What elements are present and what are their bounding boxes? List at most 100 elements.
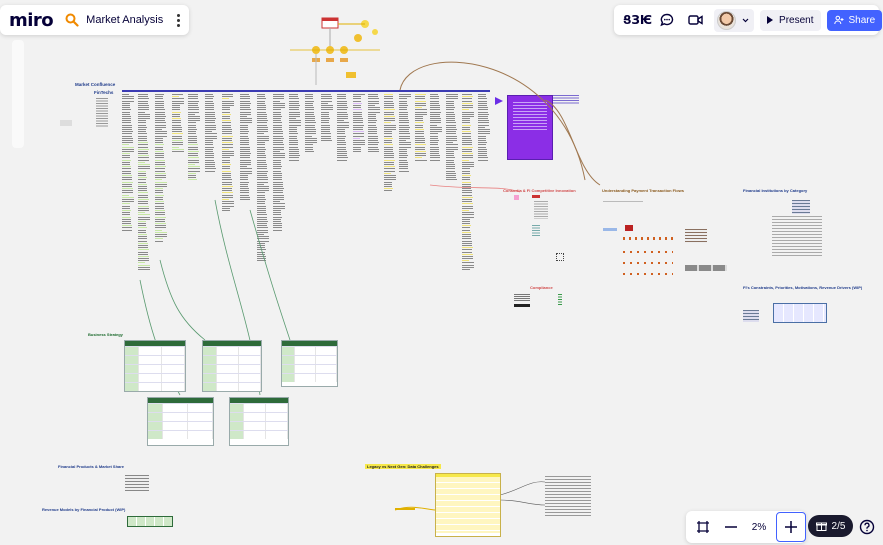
table-cell (148, 413, 164, 421)
play-icon (767, 16, 774, 24)
reactions-icon[interactable]: ՑЗѤ (623, 13, 652, 27)
table-row (230, 421, 288, 430)
table-cell (244, 422, 266, 430)
table-cell (295, 365, 317, 373)
table-cell (266, 422, 288, 430)
table-row (148, 412, 214, 421)
products-share-table[interactable] (125, 475, 149, 491)
table-cell (239, 356, 261, 364)
table-cell (162, 356, 185, 364)
table-cell (203, 374, 217, 382)
fi-constraints-side[interactable] (743, 310, 759, 322)
compliance-block[interactable] (514, 294, 574, 319)
fi-category-notes[interactable] (772, 216, 822, 258)
table-cell (230, 413, 244, 421)
table-cell (282, 365, 296, 373)
table-cell (148, 422, 164, 430)
share-button[interactable]: Share (826, 9, 883, 31)
table-cell (266, 404, 288, 412)
table-cell (230, 404, 244, 412)
fi-category-table[interactable] (792, 200, 810, 214)
share-users-icon (833, 15, 844, 25)
yellow-note[interactable] (395, 508, 415, 510)
table-cell (230, 422, 244, 430)
miro-logo[interactable]: miro (9, 10, 54, 31)
label-fi-by-category: Financial Institutions by Category (743, 188, 808, 193)
table-cell (282, 347, 296, 355)
table-cell (162, 374, 185, 382)
label-business-strategy: Business Strategy (88, 332, 123, 337)
strategy-table[interactable] (147, 397, 214, 446)
table-row (203, 382, 261, 391)
table-row (125, 373, 185, 382)
label-products-share: Financial Products & Market Share (58, 464, 125, 469)
table-cell (217, 365, 239, 373)
table-cell (125, 356, 140, 364)
frames-count: 2/5 (831, 520, 846, 532)
legacy-nextgen-table[interactable] (435, 473, 501, 537)
table-cell (203, 356, 217, 364)
user-avatar-menu[interactable] (714, 8, 755, 32)
strategy-table[interactable] (281, 340, 338, 387)
video-camera-icon[interactable] (688, 14, 703, 26)
table-cell (188, 431, 214, 439)
table-cell (316, 356, 337, 364)
payment-flow-diagram[interactable] (603, 195, 733, 290)
table-cell (244, 431, 266, 439)
strategy-table[interactable] (124, 340, 186, 392)
revenue-models-table[interactable] (127, 516, 173, 527)
table-cell (295, 347, 317, 355)
gift-icon (815, 521, 827, 531)
table-cell (203, 383, 217, 391)
label-payment-flows: Understanding Payment Transaction Flows (602, 188, 685, 193)
chevron-down-icon (742, 18, 749, 23)
board-canvas[interactable]: Market Confluence FinTechs Consortia & F… (0, 0, 883, 545)
table-row (230, 403, 288, 412)
legacy-nextgen-notes[interactable] (545, 476, 591, 516)
search-icon[interactable] (65, 13, 79, 27)
table-cell (139, 383, 163, 391)
table-row (125, 382, 185, 391)
label-legacy-nextgen: Legacy vs Next Gen: Data Challenges (365, 464, 441, 469)
table-row (282, 346, 337, 355)
strategy-table[interactable] (229, 397, 289, 446)
zoom-out-icon[interactable] (717, 513, 745, 541)
table-cell (162, 383, 185, 391)
table-cell (163, 422, 189, 430)
table-cell (188, 422, 214, 430)
consortia-diagram[interactable] (514, 195, 574, 270)
table-row (282, 355, 337, 364)
strategy-table[interactable] (202, 340, 262, 392)
zoom-in-button[interactable] (776, 512, 806, 542)
table-cell (217, 356, 239, 364)
table-cell (163, 413, 189, 421)
zoom-level[interactable]: 2% (745, 522, 773, 533)
table-cell (188, 413, 214, 421)
fi-constraints-table[interactable] (773, 303, 827, 323)
table-cell (239, 347, 261, 355)
table-cell (239, 374, 261, 382)
comments-icon[interactable] (660, 13, 674, 27)
table-row (203, 346, 261, 355)
table-cell (139, 347, 163, 355)
present-button[interactable]: Present (760, 9, 821, 31)
table-row (282, 373, 337, 382)
more-options-icon[interactable] (177, 13, 181, 27)
table-cell (266, 431, 288, 439)
frames-counter[interactable]: 2/5 (808, 515, 853, 537)
table-cell (162, 347, 185, 355)
table-cell (266, 413, 288, 421)
connector-lines (139, 61, 601, 511)
table-cell (188, 404, 214, 412)
table-cell (125, 374, 140, 382)
board-title-panel: miro Market Analysis (0, 5, 189, 35)
frames-icon[interactable] (689, 513, 717, 541)
table-cell (239, 383, 261, 391)
board-title[interactable]: Market Analysis (86, 14, 163, 26)
help-icon[interactable] (856, 516, 877, 537)
table-cell (148, 404, 164, 412)
label-compliance: Compliance (530, 285, 553, 290)
table-cell (139, 356, 163, 364)
table-cell (217, 374, 239, 382)
label-consortia: Consortia & FI Competitive Innovation (503, 188, 576, 193)
